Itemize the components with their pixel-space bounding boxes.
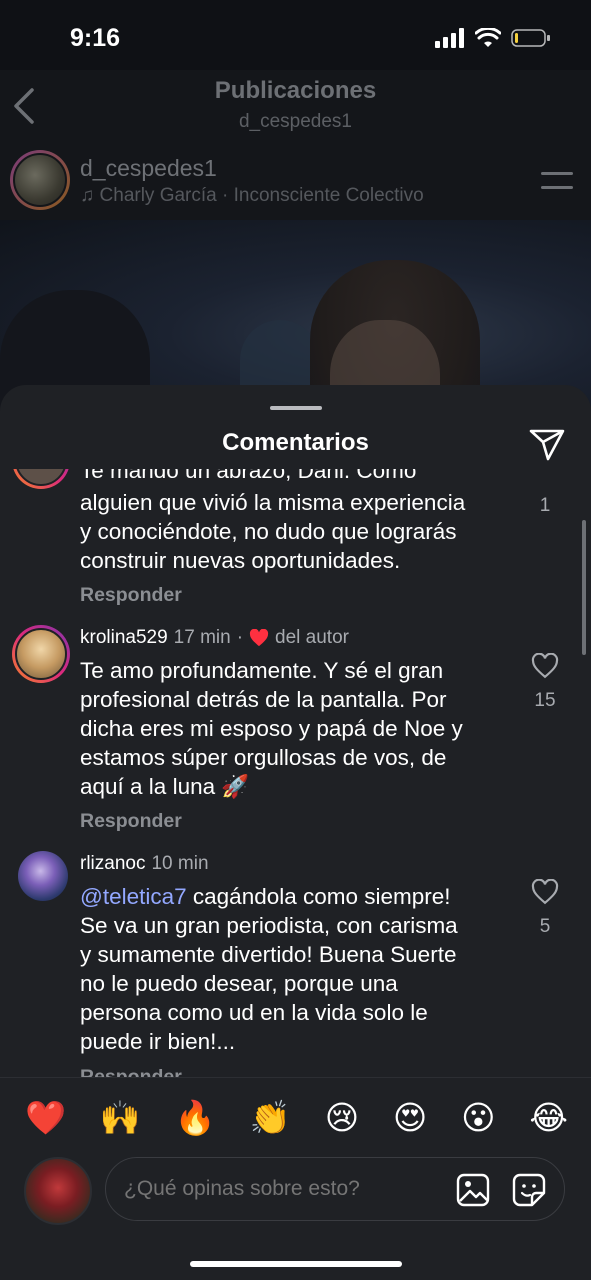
emoji-heart-eyes[interactable]: 😍: [393, 1101, 427, 1134]
heart-outline-icon[interactable]: [529, 879, 561, 905]
comment-text-line: construir nuevas oportunidades.: [80, 548, 401, 573]
comment-username[interactable]: krolina529: [80, 627, 168, 649]
current-user-avatar: [24, 1157, 92, 1225]
comment-text-line: puede ir bien!...: [80, 1029, 236, 1054]
post-image: [0, 220, 591, 410]
status-icons: [435, 28, 551, 48]
like-count[interactable]: 1: [527, 495, 563, 517]
comment-meta: rlizanoc 10 min: [80, 853, 209, 875]
like-count[interactable]: 5: [527, 916, 563, 938]
reply-button[interactable]: Responder: [80, 810, 182, 833]
heart-outline-icon[interactable]: [529, 653, 561, 679]
sheet-title: Comentarios: [222, 429, 369, 456]
comment-avatar[interactable]: [12, 469, 70, 489]
comments-list[interactable]: Te mando un abrazo, Dani. Como alguien q…: [0, 469, 591, 1077]
image-icon[interactable]: [456, 1173, 490, 1207]
heart-filled-icon: [249, 629, 269, 647]
sheet-grabber[interactable]: [270, 406, 322, 410]
page-title: Publicaciones: [214, 77, 377, 104]
menu-icon[interactable]: [541, 170, 573, 192]
reply-button[interactable]: Responder: [80, 1066, 182, 1077]
emoji-crying[interactable]: 😢: [325, 1101, 359, 1134]
page-subtitle: d_cespedes1: [238, 111, 353, 132]
comment-time: 10 min: [151, 853, 209, 874]
comment-text-line: profesional detrás de la pantalla. Por: [80, 687, 447, 712]
comment-text-line: y sumamente divertido! Buena Suerte: [80, 942, 457, 967]
status-bar: 9:16: [0, 0, 591, 70]
comment-text-line: no le puedo desear, porque una: [80, 971, 398, 996]
post-author-row: d_cespedes1 ♫ Charly García · Inconscien…: [0, 145, 591, 220]
comment-text-line: @teletica7 cagándola como siempre!: [80, 884, 451, 909]
comment-text-partial: Te mando un abrazo, Dani. Como: [80, 469, 417, 483]
post-author-username[interactable]: d_cespedes1: [80, 155, 217, 182]
comment-text-line: Te amo profundamente. Y sé el gran: [80, 658, 444, 683]
emoji-surprised[interactable]: 😮: [461, 1101, 495, 1134]
post-music-label[interactable]: ♫ Charly García · Inconsciente Colectivo: [80, 185, 424, 207]
comment-avatar[interactable]: [18, 851, 68, 901]
wifi-icon: [475, 28, 501, 47]
comment-text-line: aquí a la luna 🚀: [80, 774, 250, 799]
share-icon[interactable]: [529, 428, 565, 462]
comment-text-line: Se va un gran periodista, con carisma: [80, 913, 458, 938]
author-liked-label: del autor: [275, 627, 349, 648]
comment-text-line: alguien que vivió la misma experiencia: [80, 490, 466, 515]
post-header: Publicaciones d_cespedes1: [0, 70, 591, 145]
battery-icon: [511, 29, 550, 47]
emoji-red-heart[interactable]: ❤️: [25, 1101, 66, 1134]
emoji-joy[interactable]: 😂: [529, 1101, 568, 1134]
comment-text-line: persona como ud en la vida solo le: [80, 1000, 428, 1025]
comment-text-line: y conociéndote, no dudo que lograrás: [80, 519, 457, 544]
comment-input-container[interactable]: [105, 1157, 565, 1221]
comment-input-row: [0, 1157, 591, 1247]
post-music-text: Charly García · Inconsciente Colectivo: [99, 185, 424, 206]
comment-input[interactable]: [124, 1177, 424, 1201]
post-author-avatar[interactable]: [10, 150, 70, 210]
comment-avatar[interactable]: [12, 625, 70, 683]
comment-text-line: dicha eres mi esposo y papá de Noe y: [80, 716, 463, 741]
comment-meta: krolina529 17 min · del autor: [80, 627, 349, 649]
music-note-icon: ♫: [80, 185, 95, 206]
mention-link[interactable]: @teletica7: [80, 884, 187, 909]
reply-button[interactable]: Responder: [80, 584, 182, 607]
comment-username[interactable]: rlizanoc: [80, 853, 145, 875]
signal-icon: [435, 28, 464, 48]
emoji-reaction-bar: ❤️ 🙌 🔥 👏 😢 😍 😮 😂: [0, 1077, 591, 1157]
like-count[interactable]: 15: [527, 690, 563, 712]
comment-text-line: estamos súper orgullosas de vos, de: [80, 745, 447, 770]
comments-sheet: Comentarios Te mando un abrazo, Dani. Co…: [0, 385, 591, 1280]
emoji-raising-hands[interactable]: 🙌: [100, 1101, 141, 1134]
comment-time: 17 min: [173, 627, 231, 648]
scrollbar[interactable]: [582, 520, 586, 655]
status-time: 9:16: [70, 24, 121, 52]
sticker-icon[interactable]: [512, 1173, 546, 1207]
home-indicator[interactable]: [190, 1261, 402, 1267]
emoji-clapping[interactable]: 👏: [250, 1101, 291, 1134]
emoji-fire[interactable]: 🔥: [175, 1101, 216, 1134]
